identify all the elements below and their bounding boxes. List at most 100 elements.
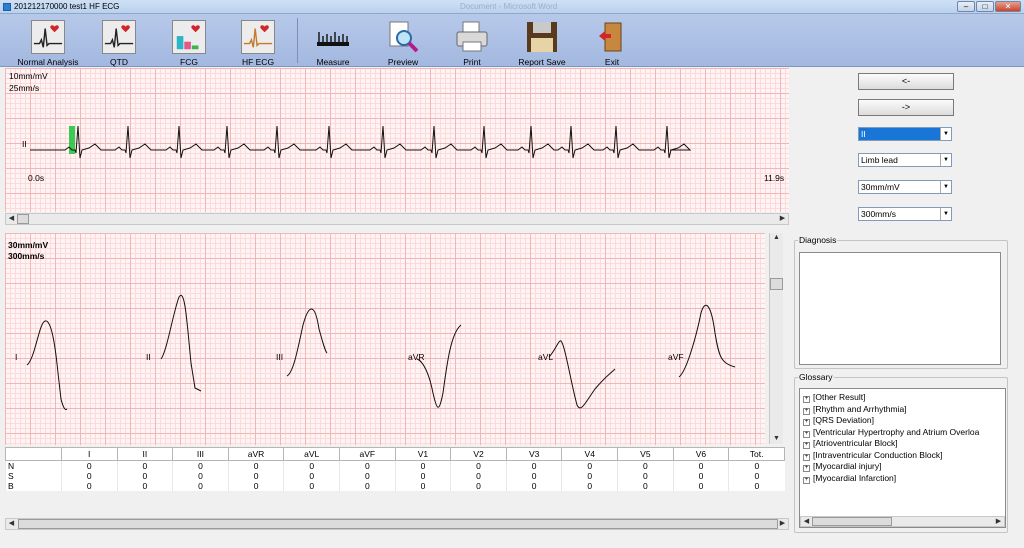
rhythm-hscrollbar[interactable]: ◀ ▶: [5, 213, 789, 225]
scroll-right-arrow[interactable]: ▶: [777, 214, 788, 224]
table-cell: 0: [561, 481, 618, 491]
ecg-heart-icon: [102, 20, 136, 54]
measure-button[interactable]: Measure: [310, 18, 356, 67]
glossary-item[interactable]: + [Intraventricular Conduction Block]: [803, 450, 942, 461]
table-cell: 0: [227, 481, 284, 491]
table-cell: 0: [339, 471, 396, 481]
app-icon: [3, 3, 11, 11]
scroll-left-arrow[interactable]: ◀: [801, 517, 812, 527]
glossary-item[interactable]: + [Other Result]: [803, 392, 865, 403]
normal-analysis-button[interactable]: Normal Analysis: [12, 18, 84, 67]
table-cell: 0: [283, 481, 340, 491]
table-cell: 0: [672, 460, 729, 471]
lead-avr-trace: [416, 324, 462, 408]
results-table: I II III aVR aVL aVF V1 V2 V3 V4 V5 V6 Tot. N0000000…: [5, 447, 785, 491]
preview-button[interactable]: Preview: [380, 18, 426, 67]
close-button[interactable]: ✕: [995, 1, 1021, 12]
report-save-button[interactable]: Report Save: [512, 18, 572, 67]
table-cell: 0: [617, 471, 674, 481]
ecg-heart-icon: [31, 20, 65, 54]
table-cell: 0: [227, 471, 284, 481]
scroll-thumb[interactable]: [812, 517, 892, 526]
table-cell: 0: [505, 460, 562, 471]
table-header-cell: [5, 447, 62, 461]
lead-i-trace: [26, 320, 68, 410]
expand-plus-icon[interactable]: +: [803, 408, 810, 415]
scroll-up-arrow[interactable]: ▲: [771, 233, 782, 243]
table-cell: 0: [450, 481, 507, 491]
glossary-item[interactable]: + [QRS Deviation]: [803, 415, 874, 426]
glossary-item[interactable]: + [Ventricular Hypertrophy and Atrium Ove…: [803, 427, 979, 438]
lead-select[interactable]: II ▼: [858, 127, 952, 141]
background-window-title: Document - Microsoft Word: [460, 2, 558, 11]
scroll-right-arrow[interactable]: ▶: [777, 519, 788, 529]
lead-detail-traces: [26, 294, 736, 410]
scroll-thumb[interactable]: [18, 519, 778, 529]
detail-vscrollbar[interactable]: ▲ ▼: [769, 233, 783, 444]
lead-detail-panel[interactable]: 30mm/mV 300mm/s I II III aVR aVL aVF: [5, 233, 765, 445]
scroll-left-arrow[interactable]: ◀: [6, 519, 17, 529]
table-cell: 0: [450, 460, 507, 471]
table-header-cell: III: [172, 447, 229, 461]
gain-select[interactable]: 30mm/mV ▼: [858, 180, 952, 194]
chart-heart-icon: [172, 20, 206, 54]
glossary-item[interactable]: + [Rhythm and Arrhythmia]: [803, 404, 907, 415]
table-cell: 0: [617, 460, 674, 471]
table-cell: 0: [450, 471, 507, 481]
expand-plus-icon[interactable]: +: [803, 454, 810, 461]
ruler-icon: [317, 32, 349, 46]
maximize-button[interactable]: □: [976, 1, 994, 12]
table-hscrollbar[interactable]: ◀ ▶: [5, 518, 789, 530]
scroll-thumb[interactable]: [17, 214, 29, 224]
table-cell: 0: [60, 481, 118, 491]
table-cell: 0: [728, 460, 785, 471]
glossary-tree[interactable]: + [Other Result] + [Rhythm and Arrhythmia]…: [799, 388, 1006, 528]
lead-type-select[interactable]: Limb lead ▼: [858, 153, 952, 167]
expand-plus-icon[interactable]: +: [803, 477, 810, 484]
lead-avl-trace: [548, 340, 616, 409]
table-row: S0000000000000: [5, 471, 785, 481]
table-cell: 0: [505, 471, 562, 481]
glossary-hscrollbar[interactable]: ◀ ▶: [800, 516, 1005, 527]
expand-plus-icon[interactable]: +: [803, 465, 810, 472]
table-row: N0000000000000: [5, 460, 785, 471]
scroll-right-arrow[interactable]: ▶: [993, 517, 1004, 527]
magnifier-icon: [389, 21, 419, 53]
table-cell: 0: [60, 460, 118, 471]
scroll-thumb[interactable]: [770, 278, 783, 290]
table-cell: N: [5, 460, 62, 471]
glossary-item[interactable]: + [Atrioventricular Block]: [803, 438, 898, 449]
qtd-button[interactable]: QTD: [96, 18, 142, 67]
table-cell: 0: [617, 481, 674, 491]
expand-plus-icon[interactable]: +: [803, 396, 810, 403]
glossary-item[interactable]: + [Myocardial injury]: [803, 461, 882, 472]
table-row: B0000000000000: [5, 481, 785, 491]
expand-plus-icon[interactable]: +: [803, 442, 810, 449]
expand-plus-icon[interactable]: +: [803, 431, 810, 438]
print-button[interactable]: Print: [449, 18, 495, 67]
glossary-label: Glossary: [799, 372, 833, 382]
table-header-cell: V3: [505, 447, 563, 461]
speed-select[interactable]: 300mm/s ▼: [858, 207, 952, 221]
expand-plus-icon[interactable]: +: [803, 419, 810, 426]
table-cell: 0: [672, 481, 729, 491]
next-button[interactable]: ->: [858, 99, 954, 116]
exit-button[interactable]: Exit: [589, 18, 635, 67]
minimize-button[interactable]: –: [957, 1, 975, 12]
scroll-left-arrow[interactable]: ◀: [6, 214, 17, 224]
glossary-item[interactable]: + [Myocardial Infarction]: [803, 473, 896, 484]
table-cell: 0: [116, 460, 173, 471]
diagnosis-textbox[interactable]: [799, 252, 1001, 365]
scroll-down-arrow[interactable]: ▼: [771, 434, 782, 444]
table-cell: 0: [60, 471, 118, 481]
previous-button[interactable]: <-: [858, 73, 954, 90]
hf-ecg-button[interactable]: HF ECG: [235, 18, 281, 67]
table-header-cell: II: [116, 447, 174, 461]
table-cell: 0: [172, 460, 229, 471]
table-cell: 0: [728, 471, 785, 481]
rhythm-strip-panel[interactable]: 10mm/mV 25mm/s II 0.0s 11.9s: [5, 68, 789, 212]
table-header-cell: V1: [394, 447, 452, 461]
control-pane: <- -> II ▼ Limb lead ▼ 30mm/mV ▼ 300mm/s ▼ D…: [790, 67, 1024, 548]
table-cell: 0: [172, 471, 229, 481]
fcg-button[interactable]: FCG: [166, 18, 212, 67]
